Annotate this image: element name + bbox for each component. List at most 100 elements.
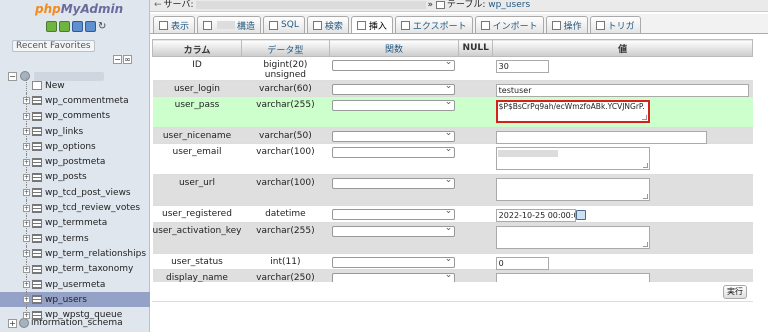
tree-item-label[interactable]: wp_postmeta (45, 157, 105, 167)
tree-item-label[interactable]: wp_usermeta (45, 280, 105, 290)
expand-toggle-icon[interactable]: + (23, 250, 30, 258)
function-select[interactable] (332, 57, 456, 71)
tree-item-label[interactable]: wp_options (45, 142, 96, 152)
tree-item-label[interactable]: wp_users (45, 295, 87, 305)
tree-item-label[interactable]: wp_comments (45, 111, 110, 121)
expand-toggle-icon[interactable]: + (23, 311, 30, 319)
user-registered-input[interactable]: 2022-10-25 00:00:00 (495, 209, 576, 222)
expand-toggle-icon[interactable]: + (23, 281, 30, 288)
function-select[interactable] (332, 206, 456, 220)
expand-toggle-icon[interactable]: + (23, 219, 30, 227)
resize-handle-icon[interactable] (641, 115, 647, 120)
tree-item-table[interactable]: + wp_commentmeta (0, 93, 150, 109)
tree-item-table[interactable]: + wp_options (0, 139, 150, 155)
function-select[interactable] (332, 254, 456, 268)
tree-item-label[interactable]: wp_term_taxonomy (45, 264, 133, 274)
null-cell (458, 56, 493, 81)
tree-item-table[interactable]: + wp_comments (0, 108, 150, 124)
function-select[interactable] (332, 81, 456, 95)
tree-item-table[interactable]: + wp_term_taxonomy (0, 261, 150, 277)
go-button[interactable]: 実行 (723, 285, 747, 299)
home-icon[interactable] (46, 21, 57, 32)
tree-item-new[interactable]: New (0, 78, 150, 94)
collapse-all-icon[interactable]: − (113, 55, 122, 64)
tree-item-label[interactable]: wp_tcd_review_votes (45, 203, 140, 213)
settings-icon[interactable] (85, 21, 96, 32)
expand-toggle-icon[interactable]: + (23, 296, 30, 304)
tab-search[interactable]: 検索 (306, 16, 349, 33)
tab-structure[interactable]: 構造 (197, 16, 262, 33)
resize-handle-icon[interactable] (642, 242, 648, 247)
expand-toggle-icon[interactable]: + (23, 143, 30, 151)
header-function[interactable]: 関数 (328, 39, 460, 57)
expand-toggle-icon[interactable]: + (23, 265, 30, 273)
tree-item-table[interactable]: + wp_termmeta (0, 215, 150, 231)
resize-handle-icon[interactable] (642, 194, 648, 199)
logout-icon[interactable] (59, 21, 70, 32)
docs-icon[interactable] (72, 21, 83, 32)
database-node-information-schema[interactable]: + information_schema (8, 318, 123, 328)
reload-icon[interactable]: ↻ (98, 21, 109, 32)
expand-toggle-icon[interactable]: + (8, 318, 17, 328)
tree-item-label[interactable]: wp_term_relationships (45, 249, 146, 259)
tab-export[interactable]: エクスポート (394, 16, 473, 33)
expand-toggle-icon[interactable]: + (23, 158, 30, 166)
function-select[interactable] (332, 223, 456, 237)
user-activation-key-textarea[interactable] (495, 226, 650, 249)
expand-toggle-icon[interactable]: + (23, 204, 30, 212)
expand-toggle-icon[interactable]: + (23, 189, 30, 197)
user-url-textarea[interactable] (495, 178, 650, 201)
ID-input[interactable]: 30 (495, 60, 549, 73)
link-icon[interactable]: ∞ (123, 55, 132, 64)
expand-toggle-icon[interactable]: + (23, 173, 30, 181)
recent-favorites-tabs[interactable]: Recent Favorites (12, 40, 95, 52)
user-login-input[interactable]: testuser (495, 84, 749, 97)
tree-item-label[interactable]: wp_terms (45, 234, 89, 244)
back-arrow-icon[interactable]: ← (154, 0, 162, 10)
tab-import[interactable]: インポート (474, 16, 544, 33)
tree-item-table[interactable]: + wp_tcd_post_views (0, 185, 150, 201)
function-select[interactable] (332, 175, 456, 189)
calendar-icon[interactable] (575, 210, 586, 220)
tree-item-label[interactable]: wp_links (45, 127, 83, 137)
import-icon (480, 20, 490, 30)
user-email-textarea[interactable] (495, 147, 650, 170)
tab-operations[interactable]: 操作 (545, 16, 588, 33)
tree-item-label[interactable]: New (45, 81, 65, 91)
tree-item-table[interactable]: + wp_term_relationships (0, 246, 150, 262)
phpmyadmin-logo[interactable]: phpMyAdmin (35, 2, 123, 16)
table-icon (32, 172, 42, 182)
user-pass-textarea[interactable]: $P$BsCrPq9ah/ecWmzfoABk.YCVJNGrP. (495, 100, 650, 123)
column-type: varchar(255) (241, 96, 330, 128)
tab-insert[interactable]: 挿入 (350, 16, 393, 33)
header-type[interactable]: データ型 (240, 39, 330, 57)
breadcrumb-server[interactable]: サーバ: (164, 0, 194, 10)
tree-item-table[interactable]: + wp_usermeta (0, 276, 150, 293)
expand-toggle-icon[interactable]: + (23, 112, 30, 120)
function-select[interactable] (332, 128, 456, 142)
expand-toggle-icon[interactable]: + (23, 97, 30, 105)
breadcrumb-table[interactable]: wp_users (488, 0, 530, 10)
user-nicename-input[interactable] (495, 131, 707, 144)
tree-item-table[interactable]: + wp_links (0, 123, 150, 140)
tab-sql[interactable]: SQL (263, 16, 305, 33)
tree-item-table[interactable]: + wp_posts (0, 169, 150, 186)
tree-item-table[interactable]: + wp_terms (0, 230, 150, 247)
tab-browse[interactable]: 表示 (153, 16, 196, 33)
tab-label: エクスポート (412, 21, 467, 32)
tree-item-label[interactable]: wp_commentmeta (45, 96, 129, 106)
tree-item-table[interactable]: + wp_tcd_review_votes (0, 200, 150, 216)
tree-item-label[interactable]: wp_termmeta (45, 218, 107, 228)
tree-item-label[interactable]: wp_tcd_post_views (45, 188, 131, 198)
expand-toggle-icon[interactable]: + (23, 235, 30, 243)
function-select[interactable] (332, 97, 456, 111)
expand-toggle-icon[interactable]: + (23, 128, 30, 136)
tree-item-table[interactable]: + wp_users (0, 292, 150, 308)
function-select[interactable] (332, 144, 456, 158)
resize-handle-icon[interactable] (642, 163, 648, 168)
database-label[interactable]: information_schema (31, 318, 123, 328)
tree-item-table[interactable]: + wp_postmeta (0, 154, 150, 170)
tab-triggers[interactable]: トリガ (589, 16, 641, 33)
tree-item-label[interactable]: wp_posts (45, 172, 87, 182)
user-status-input[interactable]: 0 (495, 257, 549, 270)
